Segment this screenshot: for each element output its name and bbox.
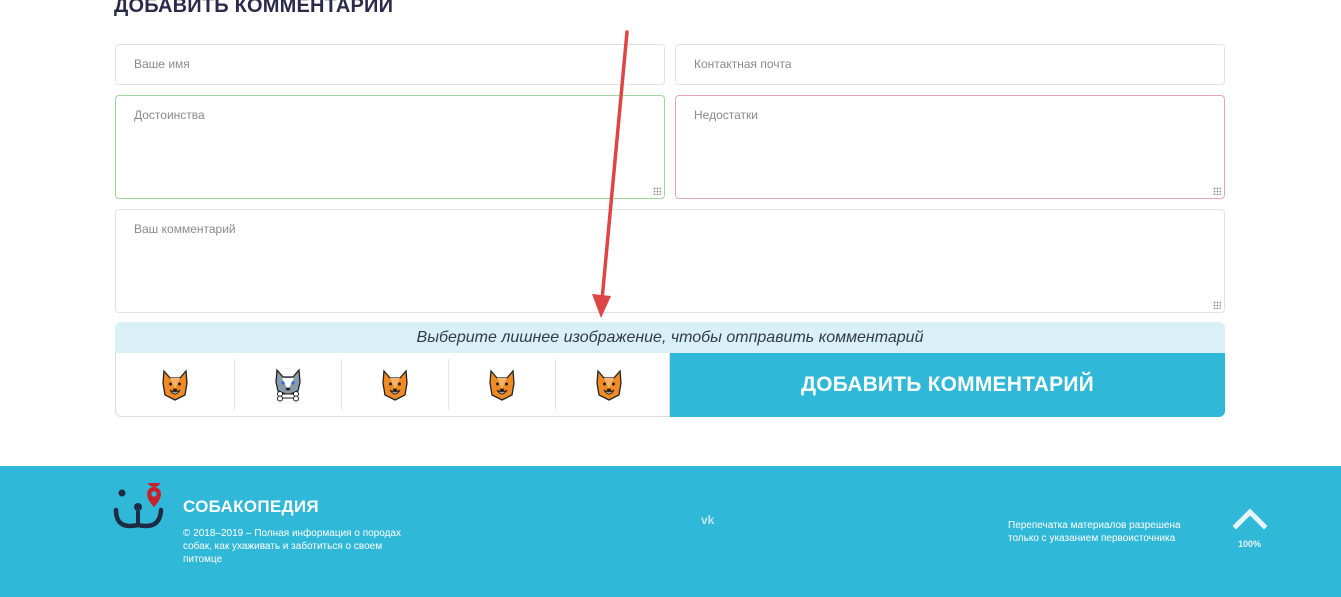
- cons-textarea[interactable]: Недостатки: [675, 95, 1225, 199]
- scroll-up-icon[interactable]: [1233, 506, 1267, 530]
- captcha-prompt: Выберите лишнее изображение, чтобы отпра…: [115, 322, 1225, 354]
- email-input[interactable]: Контактная почта: [675, 44, 1225, 85]
- dog-face-icon: [162, 368, 188, 401]
- submit-comment-button[interactable]: ДОБАВИТЬ КОММЕНТАРИЙ: [670, 353, 1225, 417]
- captcha-options: [115, 353, 670, 417]
- name-input[interactable]: Ваше имя: [115, 44, 665, 85]
- resize-handle-icon[interactable]: [653, 187, 661, 195]
- pros-textarea[interactable]: Достоинства: [115, 95, 665, 199]
- dog-face-icon: [595, 368, 622, 401]
- captcha-option-1[interactable]: [116, 353, 234, 416]
- vk-icon[interactable]: vk: [701, 513, 714, 527]
- dog-face-icon: [488, 368, 515, 401]
- name-placeholder: Ваше имя: [134, 57, 190, 71]
- captcha-option-3[interactable]: [341, 353, 448, 416]
- captcha: Выберите лишнее изображение, чтобы отпра…: [115, 322, 1225, 417]
- scroll-percent: 100%: [1238, 539, 1262, 549]
- pros-placeholder: Достоинства: [134, 108, 205, 122]
- email-placeholder: Контактная почта: [694, 57, 792, 71]
- section-title: ДОБАВИТЬ КОММЕНТАРИЙ: [114, 0, 394, 17]
- site-footer: СОБАКОПЕДИЯ © 2018–2019 – Полная информа…: [0, 466, 1341, 597]
- site-logo-icon: [113, 483, 164, 529]
- cons-placeholder: Недостатки: [694, 108, 758, 122]
- husky-bone-icon: [274, 367, 301, 401]
- footer-brand: СОБАКОПЕДИЯ: [183, 497, 319, 516]
- dog-face-icon: [381, 368, 408, 401]
- comment-placeholder: Ваш комментарий: [134, 222, 236, 236]
- footer-reprint-notice: Перепечатка материалов разрешена только …: [1008, 520, 1181, 544]
- captcha-option-4[interactable]: [448, 353, 555, 416]
- resize-handle-icon[interactable]: [1213, 187, 1221, 195]
- comment-textarea[interactable]: Ваш комментарий: [115, 209, 1225, 313]
- footer-copyright: © 2018–2019 – Полная информация о порода…: [183, 528, 401, 565]
- resize-handle-icon[interactable]: [1213, 301, 1221, 309]
- captcha-option-2[interactable]: [234, 353, 341, 416]
- captcha-option-5[interactable]: [555, 353, 662, 416]
